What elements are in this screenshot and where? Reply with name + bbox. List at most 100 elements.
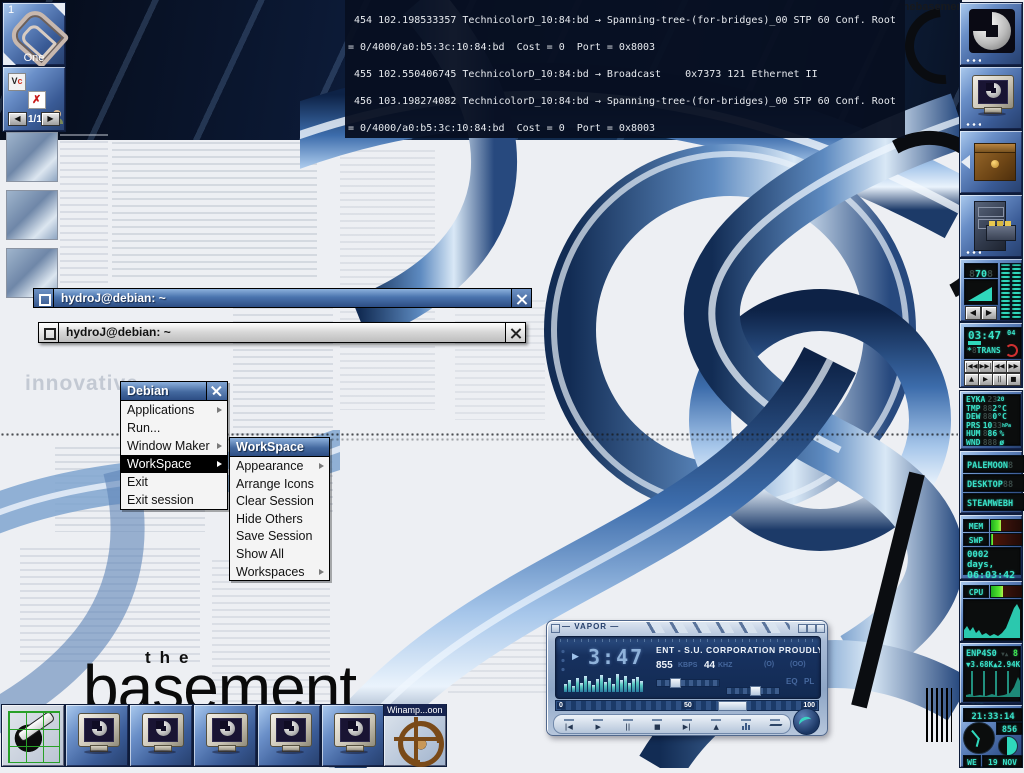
miniwindow-utility[interactable] (1, 704, 65, 767)
samplerate-unit: KHZ (718, 662, 732, 669)
playlist-button[interactable]: PL (804, 677, 814, 686)
clip-next-workspace-button[interactable] (52, 3, 65, 16)
menu-item-workspaces[interactable]: Workspaces (230, 563, 329, 581)
menu-item-clear-session[interactable]: Clear Session (230, 492, 329, 510)
chest-next-page-button[interactable]: ▶ (41, 112, 60, 126)
dock-app-weather[interactable]: EYKA 2320 TMP 882°C DEW 880°C PRS 1033hP… (959, 390, 1023, 450)
mixer-prev-channel-button[interactable]: ◀ (965, 306, 981, 320)
dock-app-file-cabinet[interactable] (959, 194, 1023, 258)
music-eject-button[interactable]: ▲ (964, 373, 979, 386)
menu-item-exit-session[interactable]: Exit session (121, 491, 227, 509)
music-play-button[interactable]: ▶ (978, 373, 993, 386)
window-titlebar-terminal-1[interactable]: hydroJ@debian: ~ (33, 288, 532, 308)
miniwindow-terminal-5[interactable] (321, 704, 385, 767)
winamp-player[interactable]: — VAPOR — ▶ 3:47 ENT - S.U. CORPORATION … (546, 620, 828, 736)
miniaturize-button[interactable] (34, 289, 54, 307)
eject-button[interactable]: ▲ (702, 717, 732, 731)
dock-app-cpu[interactable]: CPU (959, 580, 1023, 642)
file-x-mini-icon[interactable]: ✗ (28, 91, 46, 109)
prev-button[interactable]: |◀ (554, 717, 584, 731)
launcher-steamwebh-button[interactable]: STEAMWEBH (963, 493, 1024, 511)
drawer-arrow-icon[interactable] (961, 155, 970, 169)
dock-app-drawer[interactable] (959, 130, 1023, 194)
dock-app-terminal-monitor[interactable] (959, 66, 1023, 130)
root-menu-titlebar[interactable]: Debian (120, 381, 228, 401)
launcher-desktop-button[interactable]: DESKTOP88 (963, 474, 1024, 492)
cpu-usage-bar (990, 585, 1023, 598)
network-flag: 8 (1013, 649, 1018, 659)
next-button[interactable]: ▶| (672, 717, 702, 731)
menu-item-run[interactable]: Run... (121, 419, 227, 437)
terminal-line: = 0/4000/a0:b5:3c:10:84:bd Cost = 0 Port… (348, 41, 905, 55)
stop-button[interactable]: ■ (643, 717, 673, 731)
mono-indicator: (O) (764, 661, 774, 668)
miniwindow-terminal-2[interactable] (129, 704, 193, 767)
menu-item-hide-others[interactable]: Hide Others (230, 510, 329, 528)
mixer-next-channel-button[interactable]: ▶ (981, 306, 997, 320)
menu-item-exit[interactable]: Exit (121, 473, 227, 491)
player-close-button[interactable] (816, 624, 825, 633)
music-progress (968, 341, 981, 345)
music-forward-button[interactable]: ▶▶ (1006, 360, 1021, 373)
miniwindow-winamp[interactable]: Winamp...oon (383, 704, 447, 767)
player-menu-button[interactable] (551, 624, 560, 633)
play-button[interactable]: ▶ (584, 717, 614, 731)
menu-item-arrange-icons[interactable]: Arrange Icons (230, 475, 329, 493)
monitor-icon (270, 713, 312, 747)
seek-handle[interactable] (718, 701, 747, 711)
vapor-knob[interactable] (793, 708, 820, 735)
menu-item-window-maker[interactable]: Window Maker (121, 437, 227, 455)
music-pause-button[interactable]: || (992, 373, 1007, 386)
menu-item-workspace[interactable]: WorkSpace (121, 455, 227, 473)
terminal-window[interactable]: 454 102.198533357 TechnicolorD_10:84:bd … (345, 0, 905, 138)
balance-handle[interactable] (750, 686, 761, 696)
music-next-button[interactable]: ▶▶| (978, 360, 993, 373)
dock-app-mixer[interactable]: 8708 ◀ ▶ (959, 258, 1023, 322)
vlc-mini-icon[interactable]: Vc (8, 73, 26, 91)
miniwindow-terminal-1[interactable] (65, 704, 129, 767)
dock-app-wmaker-logo[interactable] (959, 2, 1023, 66)
player-shade-button[interactable] (807, 624, 816, 633)
shuffle-button[interactable] (761, 717, 791, 731)
root-menu-body: Applications Run... Window Maker WorkSpa… (120, 401, 228, 510)
visualizer-button[interactable] (731, 717, 761, 732)
dock-app-sysmon[interactable]: MEM SWP 0002 days, 06:03:42 (959, 514, 1023, 580)
player-minimize-button[interactable] (798, 624, 807, 633)
workspace-clip[interactable]: 1 One (2, 2, 66, 66)
chest-prev-page-button[interactable]: ◀ (8, 112, 27, 126)
dock-app-moon-clock[interactable]: 21:33:14 856 WE 19 NOV (959, 704, 1023, 768)
submenu-arrow-icon (217, 443, 222, 449)
miniwindow-terminal-3[interactable] (193, 704, 257, 767)
close-button[interactable] (511, 289, 531, 307)
launcher-palemoon-button[interactable]: PALEMOON8 (963, 455, 1024, 473)
menu-item-applications[interactable]: Applications (121, 401, 227, 419)
menu-item-save-session[interactable]: Save Session (230, 527, 329, 545)
dock-app-network[interactable]: ENP4S0 ▼▲ 8 ▼3.68K▲2.94K ▼445 ▲66.0 (959, 642, 1023, 704)
menu-item-show-all[interactable]: Show All (230, 545, 329, 563)
music-prev-button[interactable]: |◀◀ (964, 360, 979, 373)
track-title: ENT - S.U. CORPORATION PROUDLY (656, 645, 821, 655)
seek-label-mid: 50 (682, 702, 694, 709)
analog-clock-face (963, 722, 995, 754)
music-display: 03:47 04 *8TRANS (964, 327, 1022, 359)
network-up-rate: ▲2.94K (993, 660, 1020, 669)
monitor-icon (78, 713, 120, 747)
workspace-menu-titlebar[interactable]: WorkSpace (229, 437, 330, 457)
music-rewind-button[interactable]: ◀◀ (992, 360, 1007, 373)
volume-slider[interactable] (656, 679, 720, 687)
balance-slider[interactable] (726, 687, 780, 695)
seek-bar[interactable]: 0 50 100 (555, 700, 819, 711)
icon-chest[interactable]: Vc ✗ ◀ 1/1 ▶ (2, 66, 66, 132)
volume-handle[interactable] (670, 678, 681, 688)
window-titlebar-terminal-2[interactable]: hydroJ@debian: ~ (38, 322, 526, 343)
miniaturize-button[interactable] (39, 323, 59, 342)
music-stop-button[interactable]: ■ (1006, 373, 1021, 386)
dock-app-music-player[interactable]: 03:47 04 *8TRANS |◀◀ ▶▶| ◀◀ ▶▶ ▲ ▶ || ■ (959, 322, 1023, 388)
menu-item-appearance[interactable]: Appearance (230, 457, 329, 475)
pause-button[interactable]: || (613, 717, 643, 731)
menu-close-button[interactable] (206, 382, 227, 400)
mixer-volume-box[interactable] (964, 279, 998, 305)
close-button[interactable] (505, 323, 525, 342)
eq-button[interactable]: EQ (786, 677, 798, 686)
miniwindow-terminal-4[interactable] (257, 704, 321, 767)
